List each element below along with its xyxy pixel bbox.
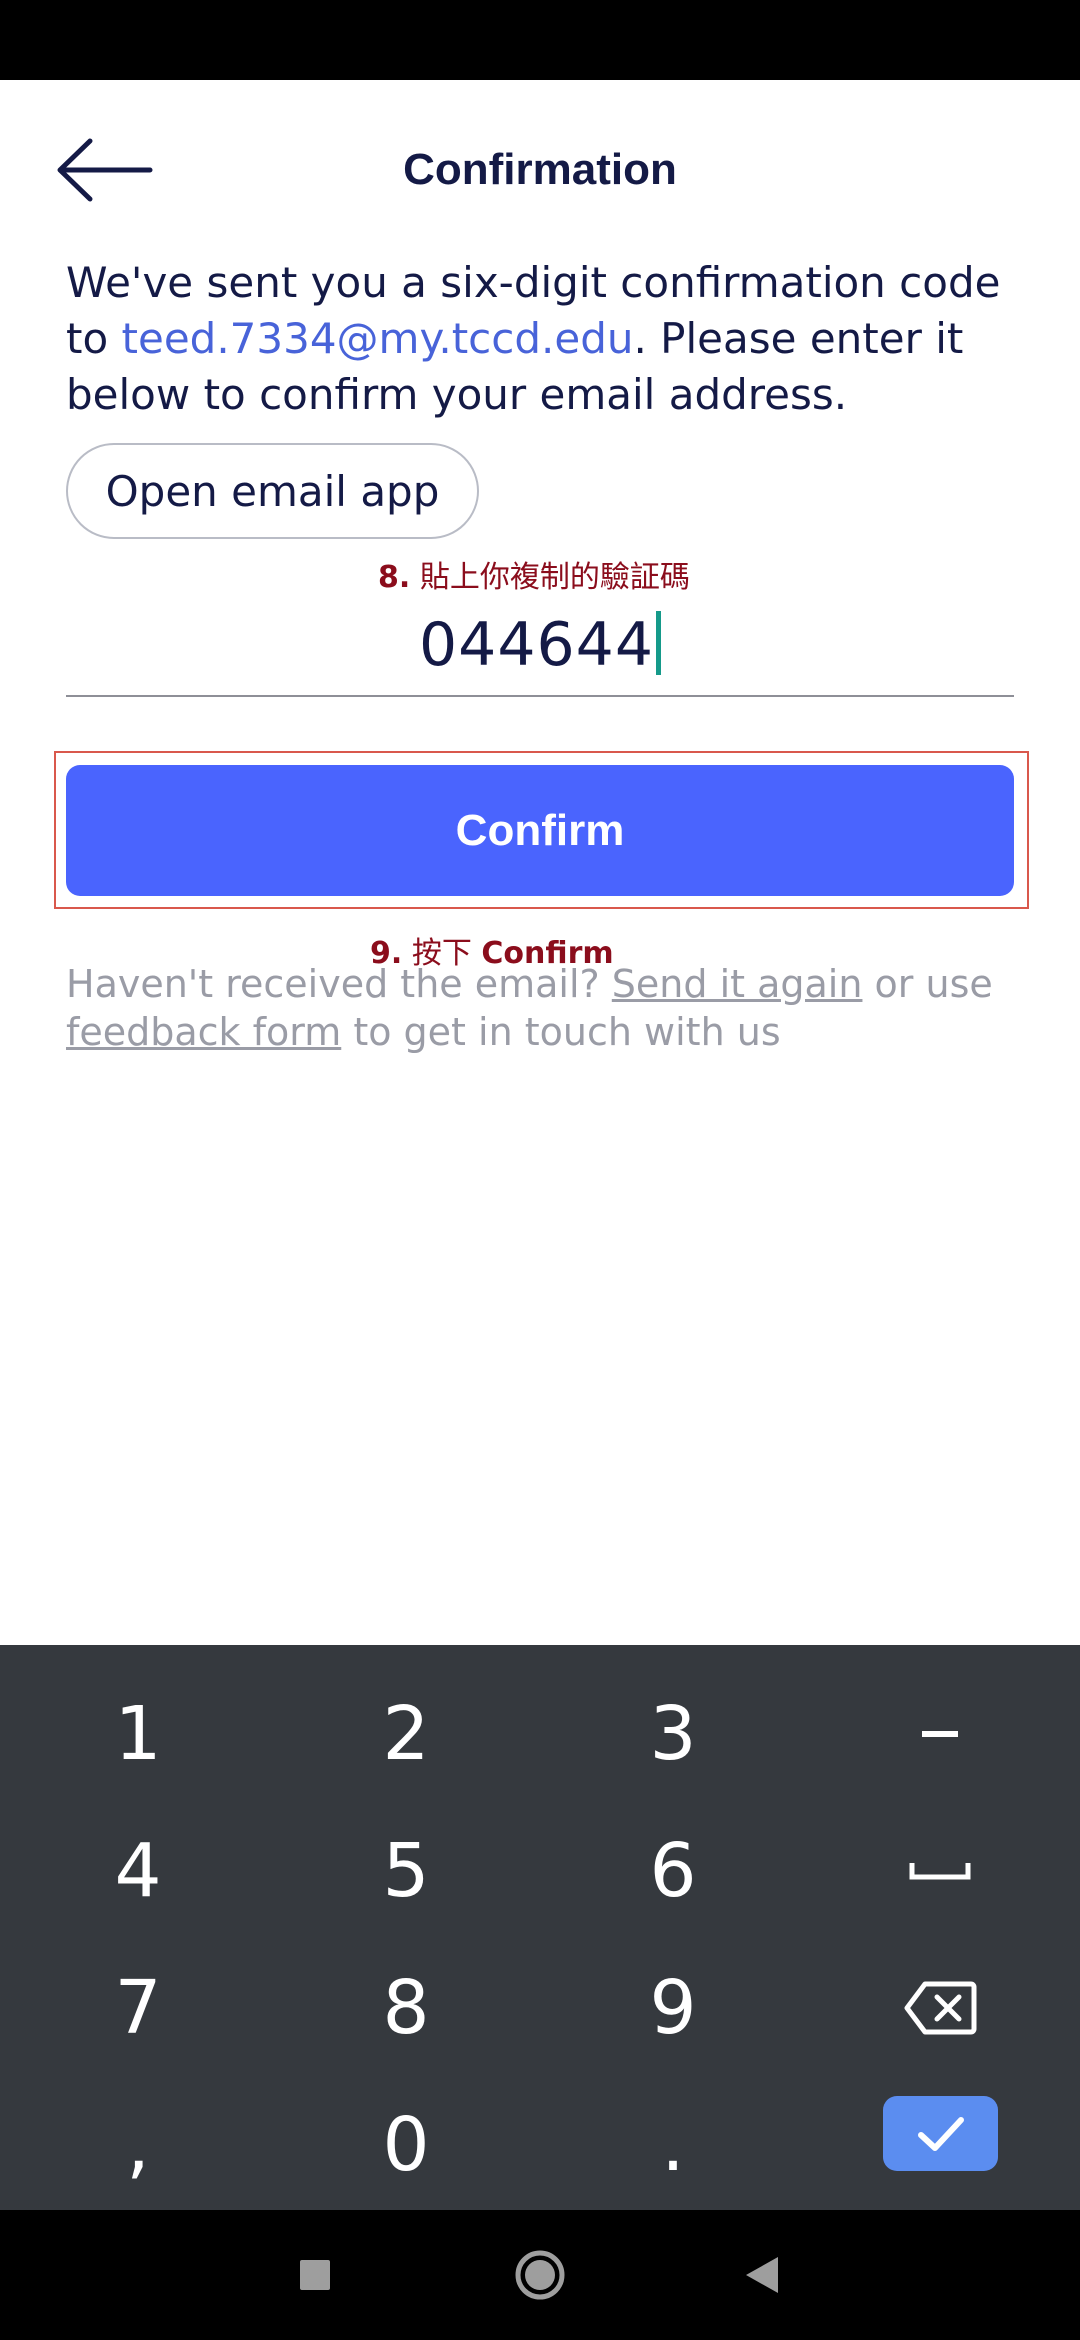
key-minus[interactable]: [840, 1679, 1040, 1789]
space-icon: [909, 1863, 971, 1880]
key-1[interactable]: 1: [38, 1679, 238, 1789]
confirm-button[interactable]: Confirm: [66, 765, 1014, 896]
page-title: Confirmation: [403, 145, 677, 194]
help-middle: or use: [862, 962, 993, 1006]
key-done[interactable]: [883, 2096, 998, 2171]
email-address: teed.7334@my.tccd.edu: [121, 314, 634, 363]
confirmation-code-input[interactable]: 044644: [66, 590, 1014, 697]
recent-apps-button[interactable]: [275, 2240, 355, 2310]
help-suffix: to get in touch with us: [341, 1010, 781, 1054]
confirmation-message: We've sent you a six-digit confirmation …: [66, 255, 1026, 423]
feedback-form-link[interactable]: feedback form: [66, 1010, 341, 1054]
key-3[interactable]: 3: [573, 1679, 773, 1789]
code-value: 044644: [418, 610, 655, 680]
key-period[interactable]: .: [573, 2090, 773, 2200]
text-cursor: [656, 611, 662, 675]
key-backspace[interactable]: [840, 1953, 1040, 2063]
home-button[interactable]: [500, 2240, 580, 2310]
help-prefix: Haven't received the email?: [66, 962, 612, 1006]
key-6[interactable]: 6: [573, 1816, 773, 1926]
backspace-icon: [904, 1981, 977, 2035]
minus-icon: [922, 1731, 958, 1737]
key-2[interactable]: 2: [306, 1679, 506, 1789]
back-icon: [746, 2257, 778, 2293]
key-7[interactable]: 7: [38, 1953, 238, 2063]
key-0[interactable]: 0: [306, 2090, 506, 2200]
help-text: Haven't received the email? Send it agai…: [66, 960, 1026, 1056]
key-8[interactable]: 8: [306, 1953, 506, 2063]
code-value-display: 044644: [66, 610, 1014, 680]
send-again-link[interactable]: Send it again: [612, 962, 863, 1006]
key-4[interactable]: 4: [38, 1816, 238, 1926]
open-email-app-button[interactable]: Open email app: [66, 443, 479, 539]
status-bar: [0, 0, 1080, 80]
key-5[interactable]: 5: [306, 1816, 506, 1926]
back-nav-button[interactable]: [722, 2240, 802, 2310]
checkmark-icon: [917, 2116, 964, 2151]
key-9[interactable]: 9: [573, 1953, 773, 2063]
home-icon: [515, 2250, 565, 2300]
key-comma[interactable]: ,: [38, 2090, 238, 2200]
key-space[interactable]: [840, 1816, 1040, 1926]
recent-apps-icon: [300, 2260, 330, 2290]
